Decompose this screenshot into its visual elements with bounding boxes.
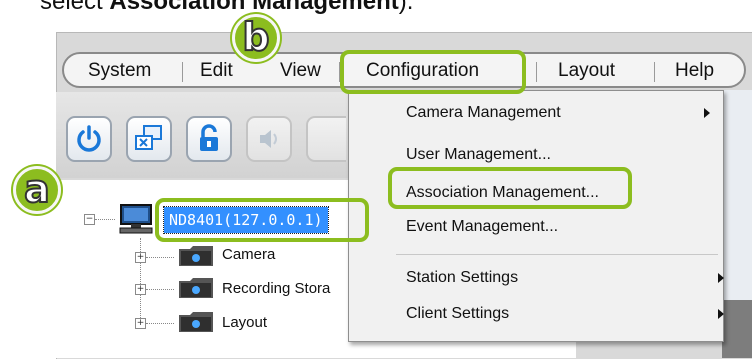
tree-collapse-toggle[interactable]: − — [84, 214, 95, 225]
audio-button[interactable] — [246, 116, 292, 162]
tree-item-camera[interactable]: Camera — [222, 245, 275, 265]
menu-item-client-settings[interactable]: Client Settings — [406, 301, 509, 327]
menu-layout[interactable]: Layout — [558, 59, 615, 83]
camera-folder-icon — [178, 245, 214, 267]
highlight-configuration-menu — [340, 50, 526, 94]
tree-item-recording-storage[interactable]: Recording Stora — [222, 279, 330, 299]
menu-separator — [536, 62, 537, 82]
video-pane-dark-region — [722, 300, 752, 358]
switch-monitor-button[interactable] — [126, 116, 172, 162]
tree-expand-toggle[interactable]: + — [135, 318, 146, 329]
tree-item-layout[interactable]: Layout — [222, 313, 267, 333]
menu-help[interactable]: Help — [675, 59, 714, 83]
instruction-text: select Association Management). — [40, 0, 413, 16]
highlight-root-station — [155, 198, 369, 242]
instruction-bold: Association Management — [109, 0, 399, 15]
instruction-prefix: select — [40, 0, 110, 15]
tree-expand-toggle[interactable]: + — [135, 284, 146, 295]
toolbar-button-partial[interactable] — [306, 116, 346, 162]
menu-system[interactable]: System — [88, 59, 151, 83]
menu-separator — [182, 62, 183, 82]
power-button[interactable] — [66, 116, 112, 162]
menu-item-event-management[interactable]: Event Management... — [406, 214, 558, 240]
menu-item-user-management[interactable]: User Management... — [406, 142, 551, 168]
lock-button[interactable] — [186, 116, 232, 162]
layout-folder-icon — [178, 311, 214, 333]
instruction-suffix: ). — [398, 0, 414, 15]
menu-item-station-settings[interactable]: Station Settings — [406, 265, 518, 291]
tree-connector — [140, 238, 141, 324]
tree-connector — [146, 323, 174, 324]
computer-icon — [118, 204, 154, 239]
tree-connector — [95, 219, 115, 220]
menu-item-camera-management[interactable]: Camera Management — [406, 100, 561, 126]
tree-expand-toggle[interactable]: + — [135, 252, 146, 263]
highlight-association-management — [388, 167, 632, 209]
submenu-arrow-icon — [704, 108, 710, 118]
menu-view[interactable]: View — [280, 59, 321, 83]
tree-connector — [146, 289, 174, 290]
submenu-arrow-icon — [718, 273, 724, 283]
callout-badge-b: b — [232, 14, 280, 62]
menu-separator — [654, 62, 655, 82]
callout-badge-a: a — [13, 166, 61, 214]
tree-connector — [146, 257, 174, 258]
menu-divider — [396, 254, 718, 255]
submenu-arrow-icon — [718, 309, 724, 319]
menu-edit[interactable]: Edit — [200, 59, 233, 83]
storage-folder-icon — [178, 277, 214, 299]
